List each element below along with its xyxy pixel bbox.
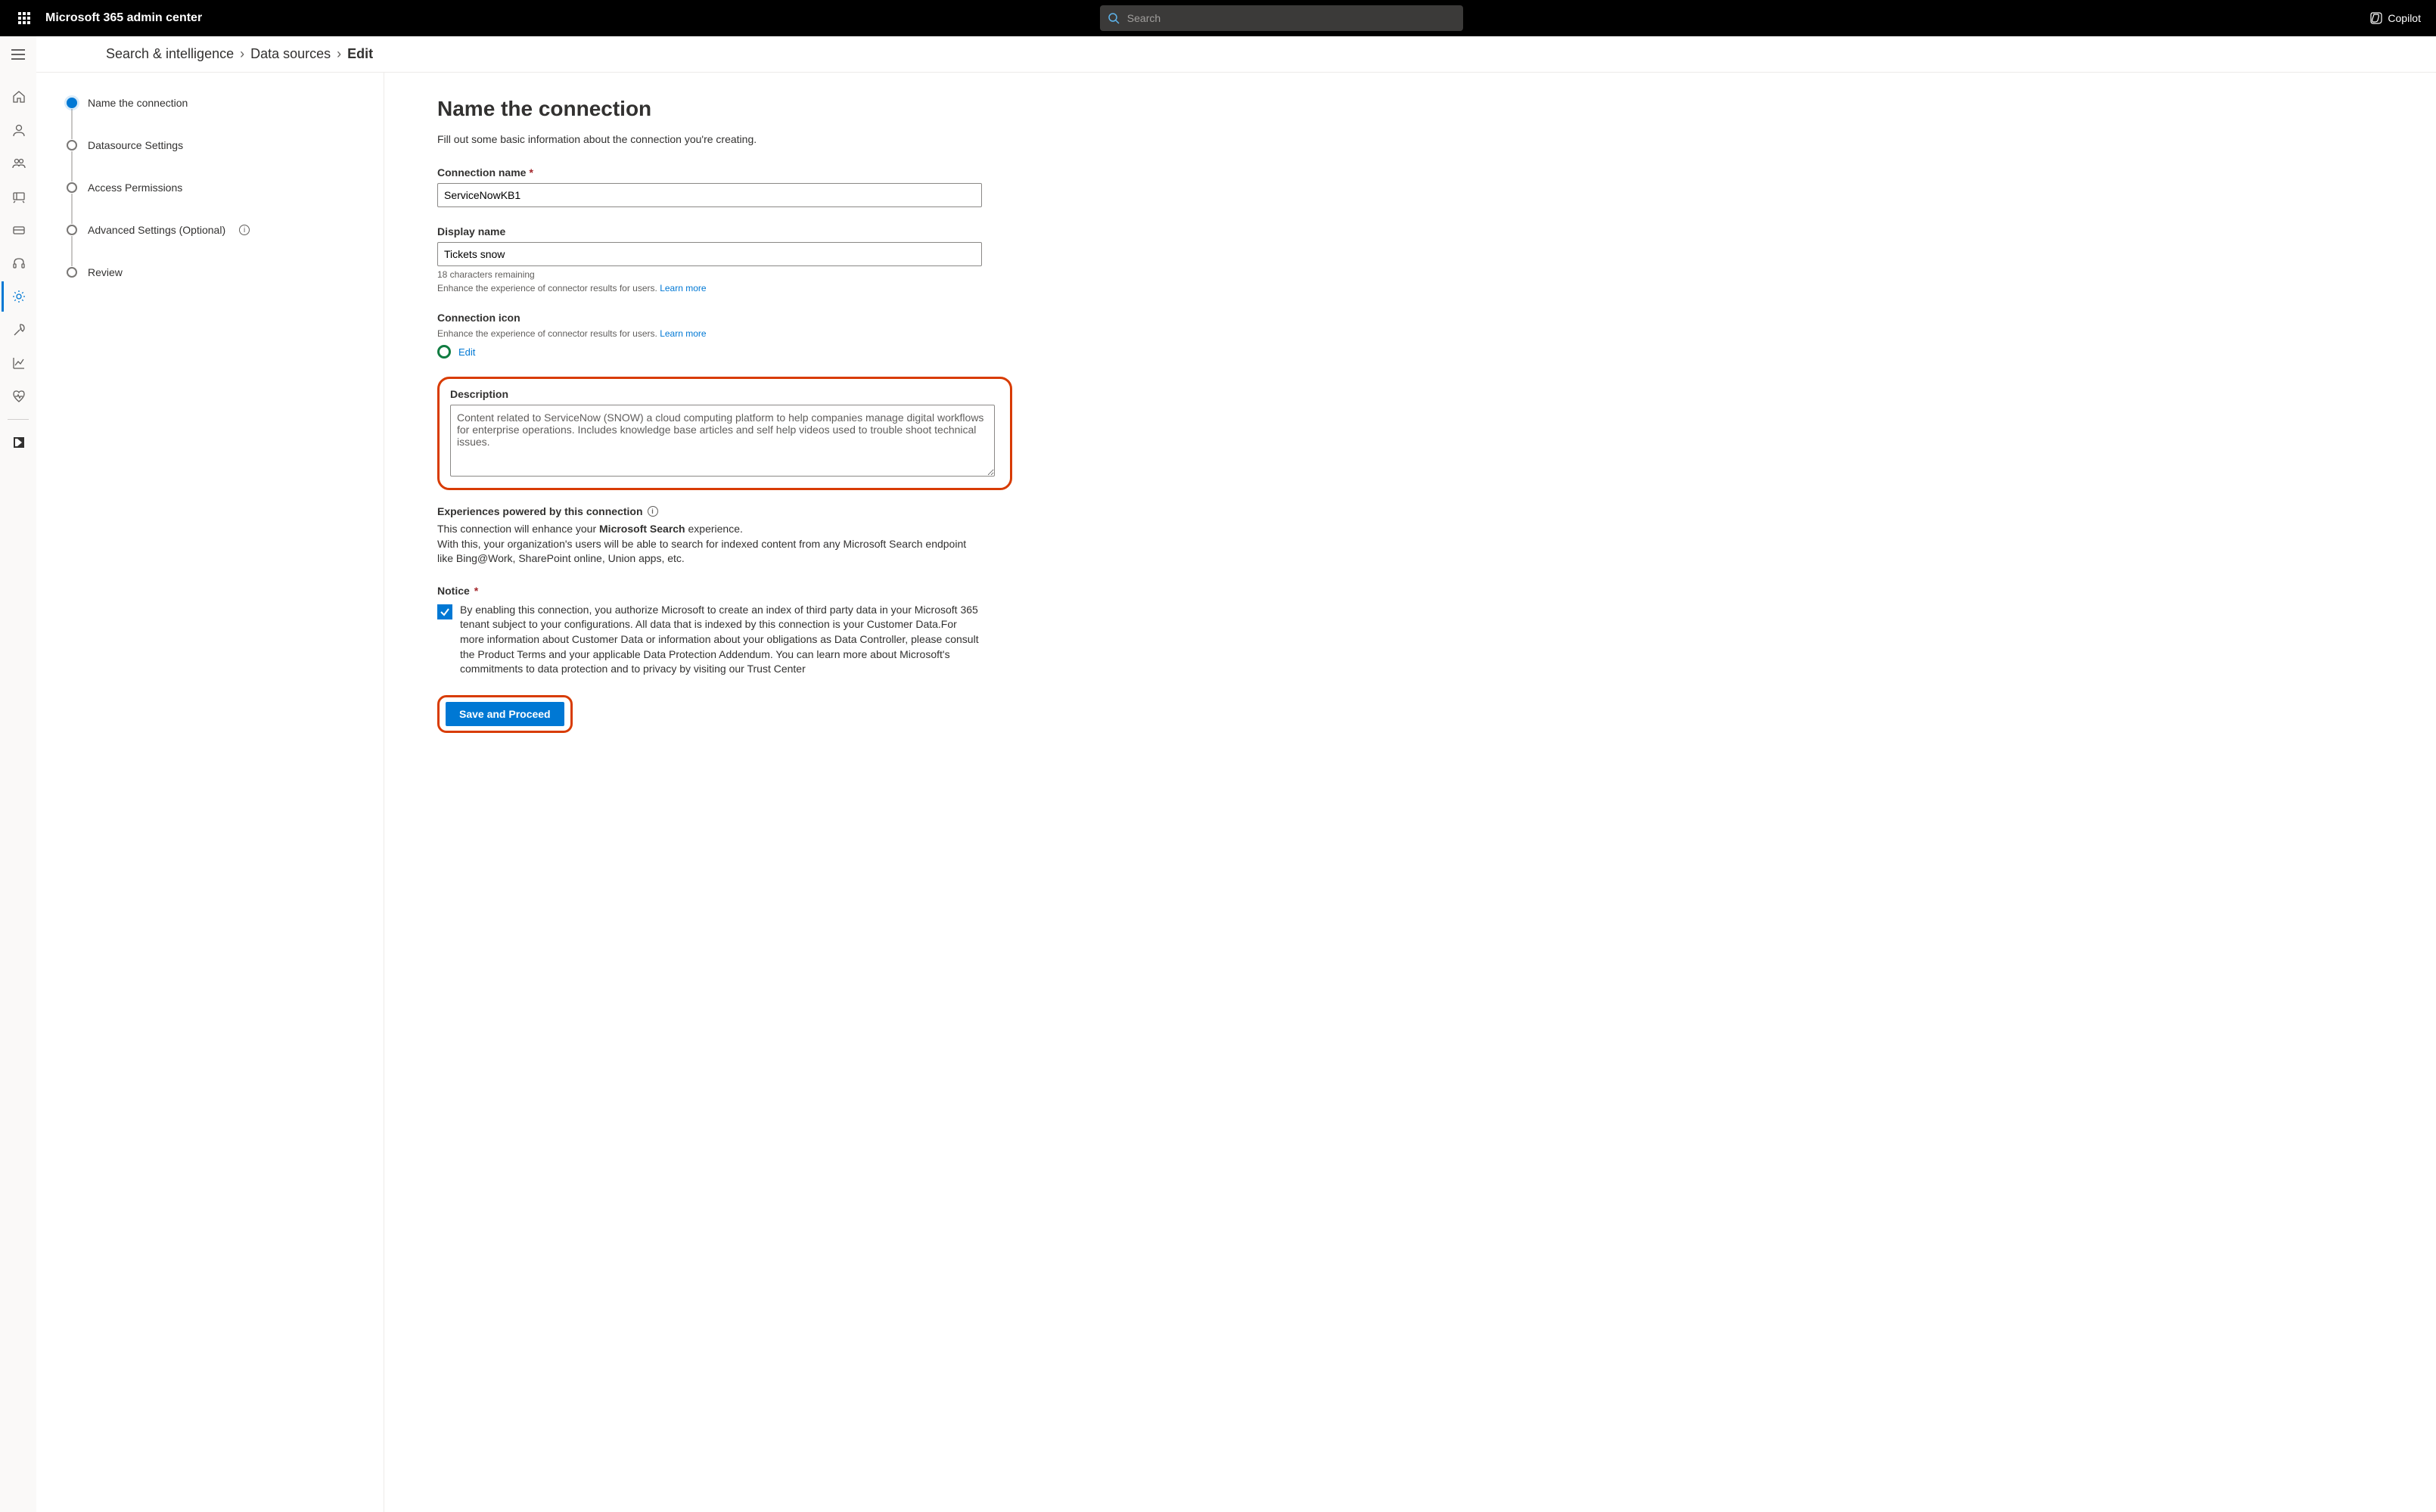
step-advanced-settings[interactable]: Advanced Settings (Optional) i <box>67 224 353 236</box>
hamburger-menu-button[interactable] <box>0 36 36 73</box>
edit-icon-link[interactable]: Edit <box>458 346 475 358</box>
required-indicator: * <box>474 585 478 597</box>
step-connector <box>71 194 73 224</box>
form-column: Name the connection Fill out some basic … <box>384 73 1065 1512</box>
search-icon <box>1108 12 1120 24</box>
step-bullet-icon <box>67 98 77 108</box>
description-input[interactable] <box>450 405 995 477</box>
rail-admin-icon[interactable] <box>2 427 35 458</box>
step-datasource-settings[interactable]: Datasource Settings <box>67 139 353 151</box>
rail-reports-icon[interactable] <box>2 348 35 378</box>
rail-users-icon[interactable] <box>2 115 35 145</box>
page-subtitle: Fill out some basic information about th… <box>437 133 1012 145</box>
info-icon[interactable]: i <box>239 225 250 235</box>
experiences-label: Experiences powered by this connection <box>437 505 643 517</box>
copilot-label: Copilot <box>2388 12 2421 24</box>
notice-label: Notice <box>437 585 470 597</box>
step-connector <box>71 151 73 182</box>
rail-support-icon[interactable] <box>2 248 35 278</box>
rail-devices-icon[interactable] <box>2 182 35 212</box>
breadcrumb-item[interactable]: Search & intelligence <box>106 46 234 62</box>
learn-more-link[interactable]: Learn more <box>660 328 706 339</box>
left-nav-rail <box>0 73 36 1512</box>
experiences-section: Experiences powered by this connection i… <box>437 505 1012 567</box>
description-label: Description <box>450 388 508 400</box>
rail-settings-icon[interactable] <box>2 281 35 312</box>
rail-teams-icon[interactable] <box>2 148 35 179</box>
chars-remaining: 18 characters remaining <box>437 269 982 280</box>
display-name-helper: Enhance the experience of connector resu… <box>437 283 657 293</box>
search-input[interactable] <box>1127 12 1456 24</box>
rail-setup-icon[interactable] <box>2 315 35 345</box>
notice-section: Notice * By enabling this connection, you… <box>437 585 1012 677</box>
breadcrumb: Search & intelligence › Data sources › E… <box>73 46 373 62</box>
connection-icon-field: Connection icon Enhance the experience o… <box>437 312 1012 359</box>
copilot-icon <box>2369 11 2383 25</box>
connection-name-label: Connection name <box>437 166 526 179</box>
notice-text: By enabling this connection, you authori… <box>460 603 982 677</box>
stepper-column: Name the connection Datasource Settings … <box>36 73 384 1512</box>
save-highlight: Save and Proceed <box>437 695 573 733</box>
notice-checkbox[interactable] <box>437 604 452 619</box>
breadcrumb-sep: › <box>240 46 244 62</box>
copilot-button[interactable]: Copilot <box>2360 0 2430 36</box>
step-bullet-icon <box>67 225 77 235</box>
display-name-label: Display name <box>437 225 505 238</box>
app-title: Microsoft 365 admin center <box>45 11 202 25</box>
save-and-proceed-button[interactable]: Save and Proceed <box>446 702 564 726</box>
learn-more-link[interactable]: Learn more <box>660 283 706 293</box>
breadcrumb-item-current: Edit <box>347 46 373 62</box>
step-connector <box>71 109 73 139</box>
step-bullet-icon <box>67 140 77 151</box>
rail-home-icon[interactable] <box>2 82 35 112</box>
step-bullet-icon <box>67 267 77 278</box>
connection-name-field: Connection name * <box>437 166 1012 207</box>
step-access-permissions[interactable]: Access Permissions <box>67 182 353 194</box>
breadcrumb-bar: Search & intelligence › Data sources › E… <box>36 36 2436 73</box>
description-highlight: Description <box>437 377 1012 490</box>
step-name-connection[interactable]: Name the connection <box>67 97 353 109</box>
step-bullet-icon <box>67 182 77 193</box>
app-launcher-icon[interactable] <box>6 0 42 36</box>
rail-billing-icon[interactable] <box>2 215 35 245</box>
connection-icon-label: Connection icon <box>437 312 520 324</box>
step-connector <box>71 236 73 266</box>
connection-icon-helper: Enhance the experience of connector resu… <box>437 328 657 339</box>
required-indicator: * <box>529 166 533 179</box>
display-name-input[interactable] <box>437 242 982 266</box>
connection-icon-preview <box>437 345 451 359</box>
rail-health-icon[interactable] <box>2 381 35 411</box>
info-icon[interactable]: i <box>648 506 658 517</box>
rail-divider <box>8 419 29 420</box>
breadcrumb-sep: › <box>337 46 341 62</box>
experiences-body: With this, your organization's users wil… <box>437 537 982 567</box>
step-review[interactable]: Review <box>67 266 353 278</box>
connection-name-input[interactable] <box>437 183 982 207</box>
top-header: Microsoft 365 admin center Copilot <box>0 0 2436 36</box>
search-box[interactable] <box>1100 5 1463 31</box>
display-name-field: Display name 18 characters remaining Enh… <box>437 225 1012 293</box>
wizard-stepper: Name the connection Datasource Settings … <box>67 97 353 278</box>
page-title: Name the connection <box>437 97 1012 121</box>
breadcrumb-item[interactable]: Data sources <box>250 46 331 62</box>
